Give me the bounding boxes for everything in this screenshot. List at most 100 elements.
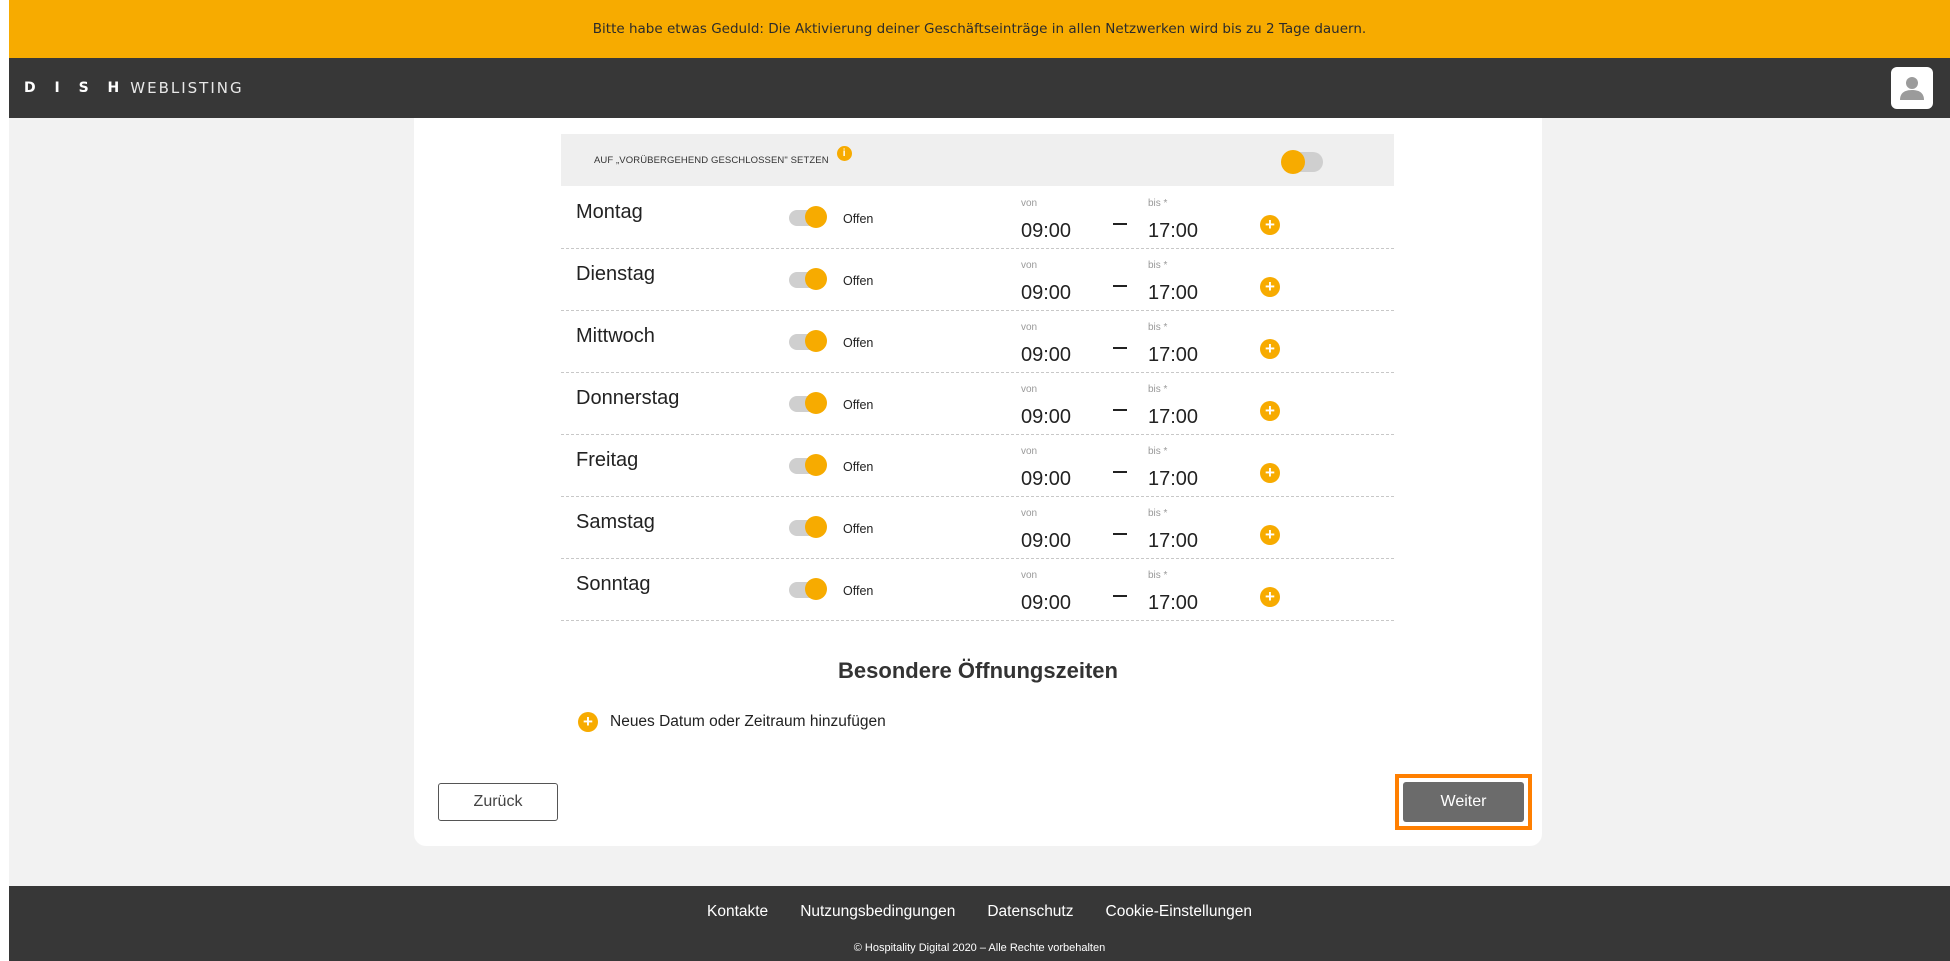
- user-icon: [1900, 77, 1924, 100]
- add-time-slot-icon[interactable]: +: [1260, 277, 1280, 297]
- to-label: bis *: [1148, 322, 1168, 333]
- footer-links: Kontakte Nutzungsbedingungen Datenschutz…: [9, 903, 1950, 921]
- footer-link-cookie-settings[interactable]: Cookie-Einstellungen: [1106, 903, 1252, 921]
- day-status: Offen: [843, 398, 874, 412]
- logo[interactable]: D I S H WEBLISTING: [24, 58, 244, 118]
- add-time-slot-icon[interactable]: +: [1260, 463, 1280, 483]
- day-name: Sonntag: [576, 573, 651, 595]
- info-banner: Bitte habe etwas Geduld: Die Aktivierung…: [9, 0, 1950, 58]
- temporary-closed-toggle[interactable]: [1281, 150, 1323, 174]
- day-row: Montag Offen von 09:00 bis * 17:00 +: [561, 186, 1394, 249]
- from-time-input[interactable]: 09:00: [1021, 220, 1071, 243]
- from-label: von: [1021, 384, 1038, 395]
- footer-link-terms[interactable]: Nutzungsbedingungen: [800, 903, 955, 921]
- day-open-toggle[interactable]: [789, 578, 829, 600]
- day-open-toggle[interactable]: [789, 206, 829, 228]
- to-time-input[interactable]: 17:00: [1148, 220, 1198, 243]
- toggle-knob: [805, 268, 827, 290]
- add-special-date-button[interactable]: + Neues Datum oder Zeitraum hinzufügen: [578, 712, 886, 732]
- day-row: Samstag Offen von 09:00 bis * 17:00 +: [561, 496, 1394, 559]
- add-special-date-label: Neues Datum oder Zeitraum hinzufügen: [610, 713, 886, 730]
- from-time-input[interactable]: 09:00: [1021, 530, 1071, 553]
- toggle-knob: [805, 206, 827, 228]
- next-button-highlight: Weiter: [1395, 774, 1532, 830]
- to-label: bis *: [1148, 570, 1168, 581]
- to-label: bis *: [1148, 446, 1168, 457]
- to-time-input[interactable]: 17:00: [1148, 468, 1198, 491]
- temporary-closed-row: AUF „VORÜBERGEHEND GESCHLOSSEN" SETZEN i: [561, 134, 1394, 186]
- day-open-toggle[interactable]: [789, 454, 829, 476]
- plus-circle-icon: +: [578, 712, 598, 732]
- day-status: Offen: [843, 212, 874, 226]
- to-label: bis *: [1148, 384, 1168, 395]
- app-frame: Bitte habe etwas Geduld: Die Aktivierung…: [9, 0, 1950, 961]
- day-status: Offen: [843, 460, 874, 474]
- time-separator: [1113, 533, 1127, 535]
- temporary-closed-label: AUF „VORÜBERGEHEND GESCHLOSSEN" SETZEN: [594, 154, 829, 166]
- toggle-knob: [1281, 150, 1305, 174]
- from-label: von: [1021, 508, 1038, 519]
- info-icon[interactable]: i: [836, 145, 852, 161]
- from-time-input[interactable]: 09:00: [1021, 406, 1071, 429]
- time-separator: [1113, 595, 1127, 597]
- to-time-input[interactable]: 17:00: [1148, 592, 1198, 615]
- day-name: Donnerstag: [576, 387, 680, 409]
- opening-hours-card: AUF „VORÜBERGEHEND GESCHLOSSEN" SETZEN i…: [414, 118, 1542, 846]
- to-label: bis *: [1148, 198, 1168, 209]
- day-name: Dienstag: [576, 263, 655, 285]
- day-open-toggle[interactable]: [789, 516, 829, 538]
- logo-product: WEBLISTING: [130, 79, 244, 97]
- day-row: Donnerstag Offen von 09:00 bis * 17:00 +: [561, 372, 1394, 435]
- to-time-input[interactable]: 17:00: [1148, 530, 1198, 553]
- banner-text: Bitte habe etwas Geduld: Die Aktivierung…: [592, 21, 1367, 37]
- day-name: Freitag: [576, 449, 639, 471]
- day-row: Sonntag Offen von 09:00 bis * 17:00 +: [561, 558, 1394, 621]
- add-time-slot-icon[interactable]: +: [1260, 215, 1280, 235]
- time-separator: [1113, 285, 1127, 287]
- from-label: von: [1021, 198, 1038, 209]
- toggle-knob: [805, 330, 827, 352]
- toggle-knob: [805, 454, 827, 476]
- from-time-input[interactable]: 09:00: [1021, 344, 1071, 367]
- time-separator: [1113, 347, 1127, 349]
- from-time-input[interactable]: 09:00: [1021, 592, 1071, 615]
- user-avatar-button[interactable]: [1891, 67, 1933, 109]
- time-separator: [1113, 409, 1127, 411]
- day-open-toggle[interactable]: [789, 268, 829, 290]
- footer-link-contacts[interactable]: Kontakte: [707, 903, 768, 921]
- day-open-toggle[interactable]: [789, 330, 829, 352]
- from-time-input[interactable]: 09:00: [1021, 282, 1071, 305]
- top-navbar: D I S H WEBLISTING: [9, 58, 1950, 118]
- day-status: Offen: [843, 336, 874, 350]
- day-status: Offen: [843, 274, 874, 288]
- toggle-knob: [805, 516, 827, 538]
- from-label: von: [1021, 260, 1038, 271]
- footer: Kontakte Nutzungsbedingungen Datenschutz…: [9, 886, 1950, 961]
- from-label: von: [1021, 570, 1038, 581]
- day-name: Samstag: [576, 511, 655, 533]
- next-button[interactable]: Weiter: [1403, 782, 1524, 822]
- from-label: von: [1021, 322, 1038, 333]
- toggle-knob: [805, 578, 827, 600]
- add-time-slot-icon[interactable]: +: [1260, 401, 1280, 421]
- toggle-knob: [805, 392, 827, 414]
- day-open-toggle[interactable]: [789, 392, 829, 414]
- add-time-slot-icon[interactable]: +: [1260, 525, 1280, 545]
- to-time-input[interactable]: 17:00: [1148, 406, 1198, 429]
- time-separator: [1113, 471, 1127, 473]
- to-label: bis *: [1148, 260, 1168, 271]
- to-time-input[interactable]: 17:00: [1148, 282, 1198, 305]
- day-name: Montag: [576, 201, 643, 223]
- logo-brand: D I S H: [24, 80, 127, 96]
- to-time-input[interactable]: 17:00: [1148, 344, 1198, 367]
- add-time-slot-icon[interactable]: +: [1260, 587, 1280, 607]
- add-time-slot-icon[interactable]: +: [1260, 339, 1280, 359]
- copyright-text: © Hospitality Digital 2020 – Alle Rechte…: [853, 942, 1106, 954]
- to-label: bis *: [1148, 508, 1168, 519]
- day-name: Mittwoch: [576, 325, 655, 347]
- from-time-input[interactable]: 09:00: [1021, 468, 1071, 491]
- back-button[interactable]: Zurück: [438, 783, 558, 821]
- day-status: Offen: [843, 522, 874, 536]
- day-status: Offen: [843, 584, 874, 598]
- footer-link-privacy[interactable]: Datenschutz: [987, 903, 1073, 921]
